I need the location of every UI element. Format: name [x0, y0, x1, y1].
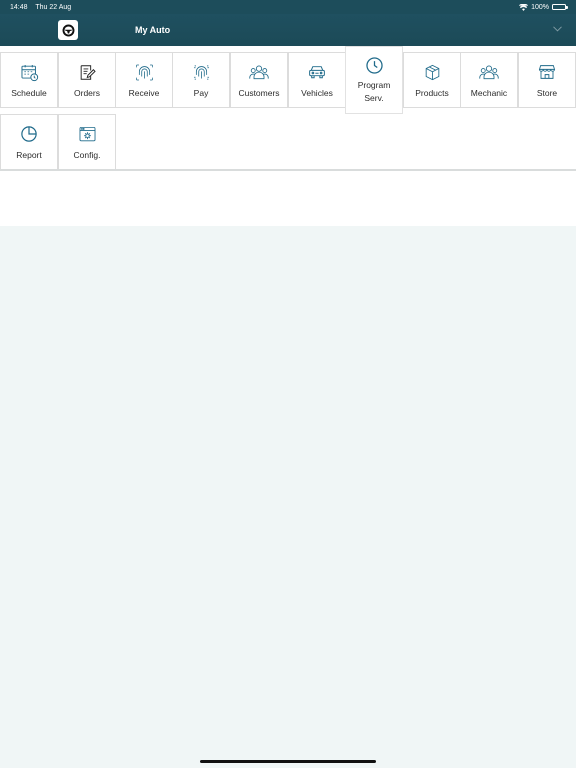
menu-item-config[interactable]: Config. — [58, 114, 116, 170]
menu-item-label-line-2: Serv. — [364, 93, 384, 104]
document-edit-icon — [77, 62, 97, 82]
pie-chart-icon — [19, 124, 39, 144]
app-header: My Auto — [0, 14, 576, 46]
settings-icon — [77, 124, 97, 144]
battery-icon — [552, 4, 568, 10]
app-logo[interactable] — [58, 20, 78, 40]
battery-percent: 100% — [531, 3, 549, 11]
main-menu: Schedule Orders Receive Pay Customers Ve… — [0, 46, 576, 226]
menu-item-label: Report — [16, 150, 42, 160]
menu-item-products[interactable]: Products — [403, 52, 461, 108]
menu-item-receive[interactable]: Receive — [115, 52, 173, 108]
clock-icon — [364, 55, 384, 75]
status-bar: 14:48 Thu 22 Aug 100% — [0, 0, 576, 14]
chevron-down-icon[interactable] — [552, 24, 562, 34]
status-time: 14:48 — [10, 3, 28, 11]
people-icon — [479, 62, 499, 82]
menu-item-label-line-1: Program — [357, 80, 391, 90]
menu-item-orders[interactable]: Orders — [58, 52, 116, 108]
menu-item-label: Config. — [73, 150, 101, 160]
menu-item-customers[interactable]: Customers — [230, 52, 288, 108]
menu-item-report[interactable]: Report — [0, 114, 58, 170]
steering-wheel-icon — [62, 24, 75, 37]
menu-item-label: Receive — [128, 88, 160, 98]
fingerprint-pay-icon — [191, 62, 211, 82]
menu-item-label: Products — [415, 88, 449, 98]
wifi-icon — [519, 3, 529, 11]
menu-item-label: Pay — [193, 88, 209, 98]
status-date: Thu 22 Aug — [35, 3, 72, 11]
menu-item-label: Store — [536, 88, 558, 98]
menu-item-label: Mechanic — [470, 88, 508, 98]
menu-divider — [0, 169, 576, 171]
menu-item-mechanic[interactable]: Mechanic — [460, 52, 518, 108]
status-right: 100% — [519, 3, 568, 11]
menu-item-label: Customers — [238, 88, 280, 98]
menu-item-pay[interactable]: Pay — [172, 52, 230, 108]
menu-item-vehicles[interactable]: Vehicles — [288, 52, 346, 108]
menu-item-schedule[interactable]: Schedule — [0, 52, 58, 108]
car-icon — [307, 62, 327, 82]
home-indicator[interactable] — [200, 760, 376, 763]
people-icon — [249, 62, 269, 82]
calendar-clock-icon — [19, 62, 39, 82]
store-icon — [537, 62, 557, 82]
fingerprint-icon — [134, 62, 154, 82]
box-icon — [422, 62, 442, 82]
menu-item-label: Schedule — [11, 88, 47, 98]
menu-item-label: Orders — [74, 88, 100, 98]
app-title: My Auto — [135, 25, 171, 35]
status-left: 14:48 Thu 22 Aug — [10, 4, 77, 11]
menu-item-label: Vehicles — [301, 88, 333, 98]
menu-item-label: Program Serv. — [349, 79, 399, 105]
menu-item-store[interactable]: Store — [518, 52, 576, 108]
menu-item-program-serv[interactable]: Program Serv. — [345, 46, 403, 114]
